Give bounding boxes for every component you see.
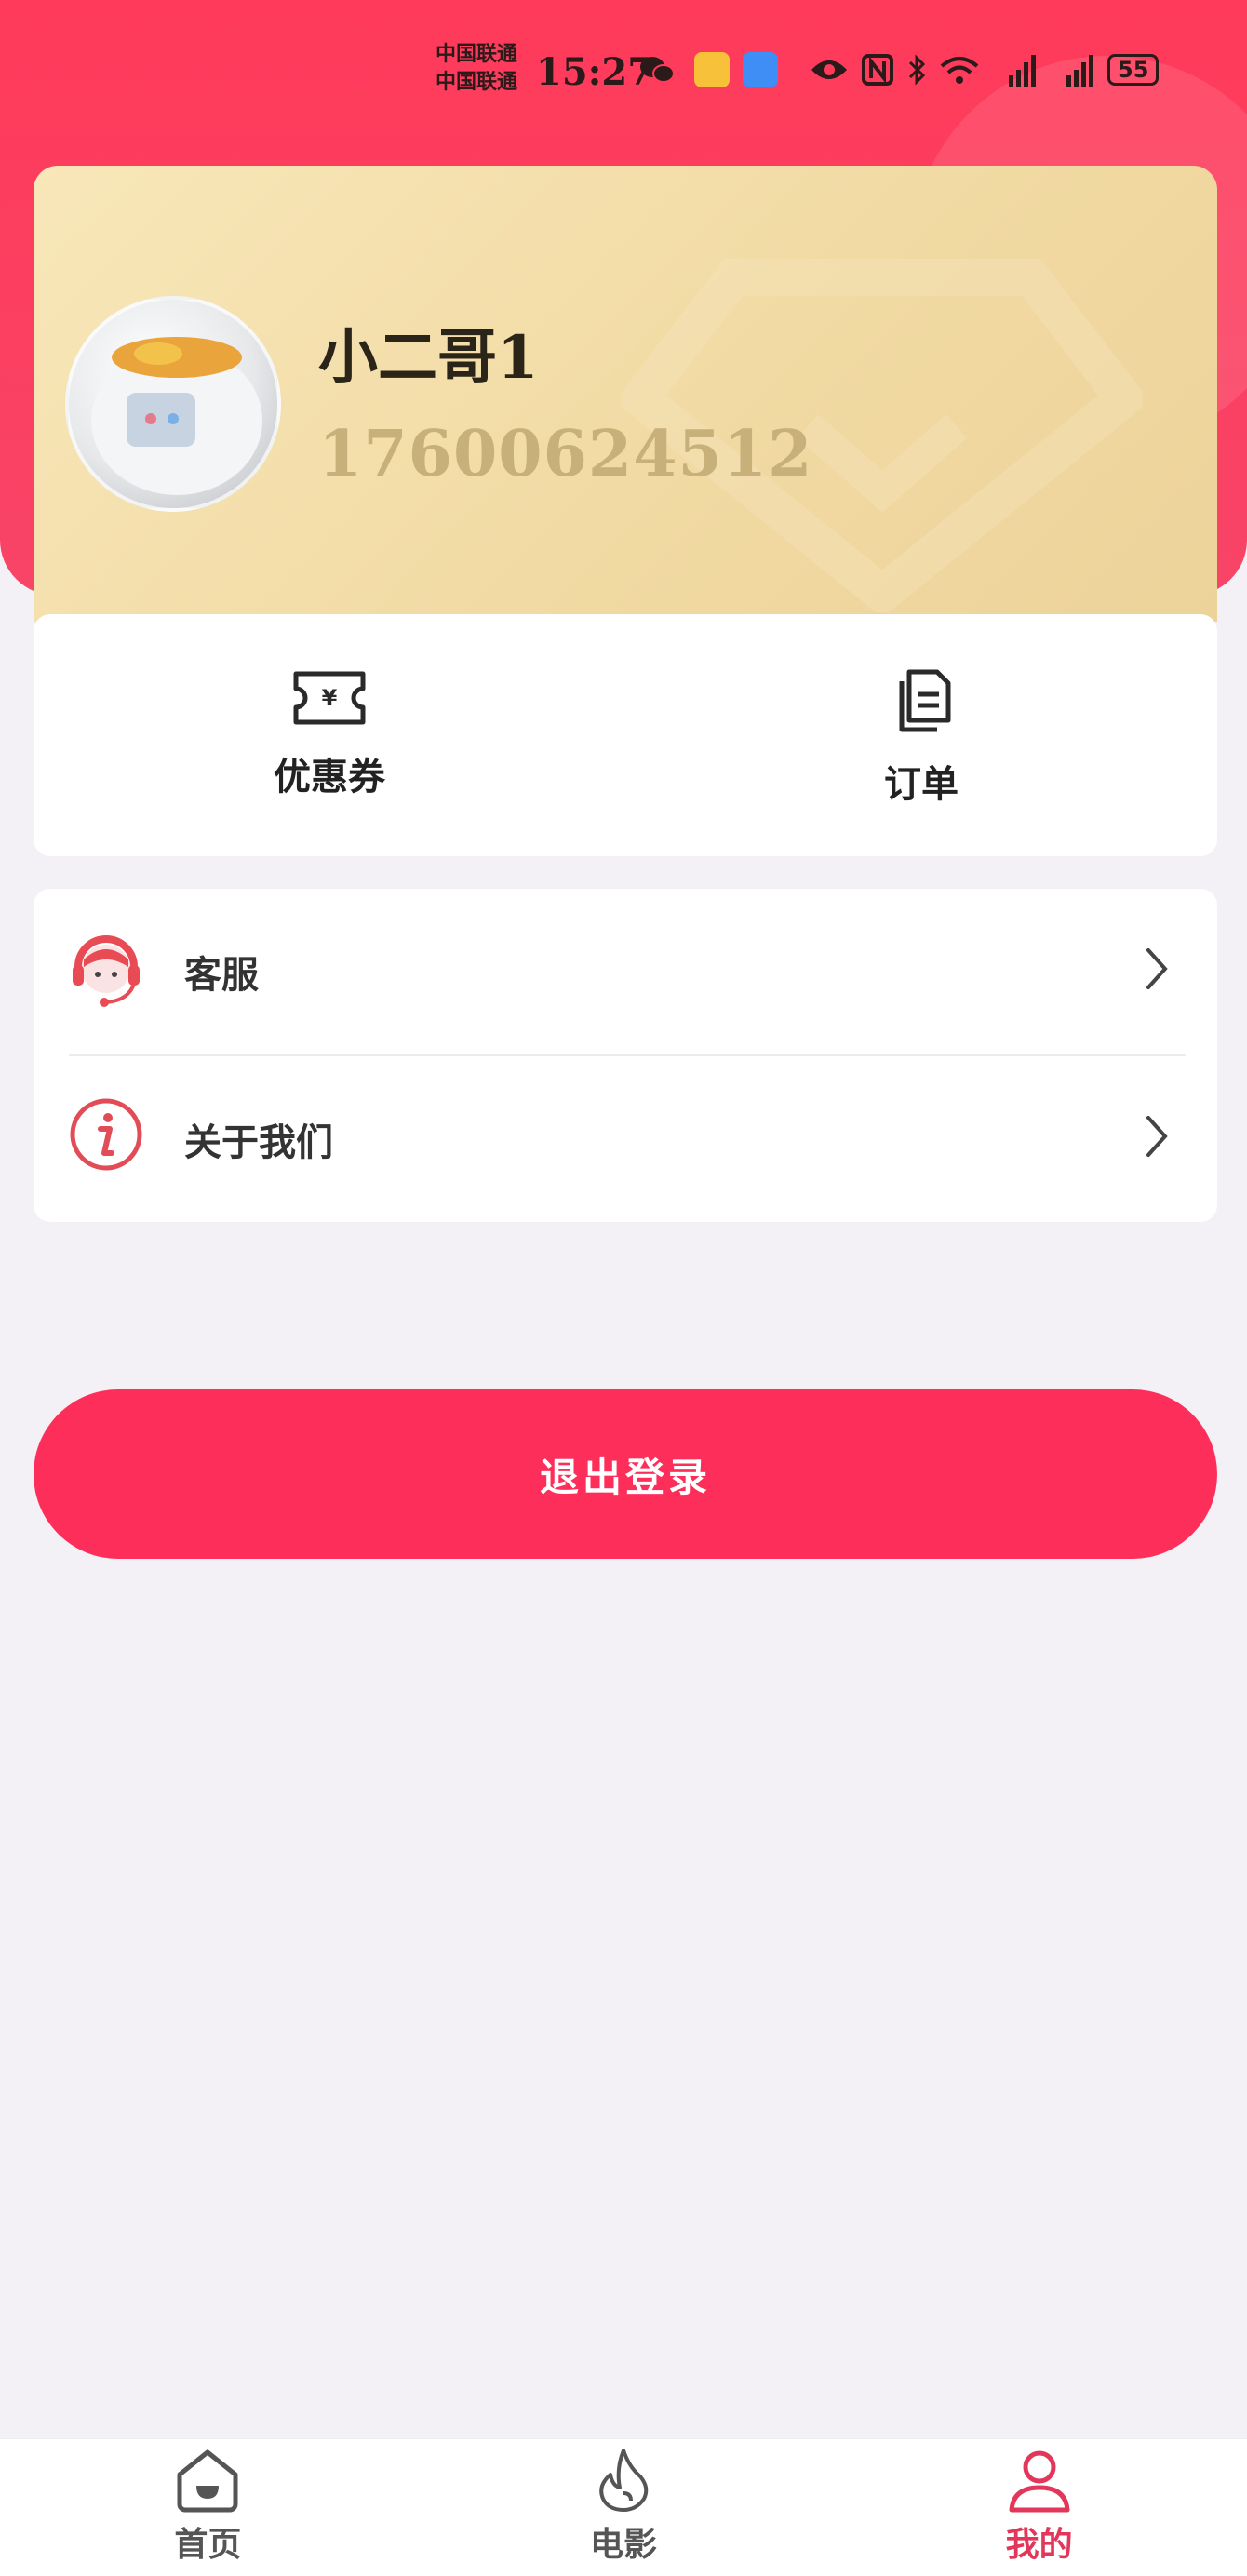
carrier-labels: 中国联通 中国联通 [436, 41, 517, 97]
menu-item-customer-service[interactable]: 客服 [34, 889, 1217, 1054]
menu-item-about-us[interactable]: 关于我们 [34, 1056, 1217, 1222]
menu-list: 客服 关于我们 [34, 889, 1217, 1222]
user-icon [1009, 2450, 1070, 2513]
avatar-image [91, 337, 262, 495]
chevron-right-icon [1146, 948, 1168, 989]
avatar[interactable] [65, 296, 281, 512]
customer-service-icon [73, 935, 140, 1007]
phone-number: 17600624512 [318, 417, 813, 491]
tab-movie[interactable]: 电影 [416, 2439, 832, 2576]
about-us-label: 关于我们 [184, 1121, 333, 1164]
home-icon [177, 2449, 238, 2513]
tab-mine[interactable]: 我的 [831, 2439, 1247, 2576]
flame-icon [599, 2449, 649, 2512]
order-button[interactable]: 订单 [625, 614, 1217, 856]
carrier-2: 中国联通 [436, 71, 518, 94]
status-icons: 55 [638, 52, 1160, 87]
signal-4g-icon [1050, 53, 1094, 87]
username: 小二哥1 [318, 323, 539, 393]
weather-app-icon [743, 52, 778, 87]
bottom-tab-bar: 首页 电影 我的 [0, 2438, 1247, 2576]
coupon-button[interactable]: ¥ 优惠券 [34, 614, 625, 856]
wechat-icon [638, 54, 676, 86]
profile-card[interactable]: 小二哥1 17600624512 [34, 166, 1217, 622]
signal-5g-icon [992, 53, 1037, 87]
coupon-icon: ¥ [293, 671, 366, 725]
tab-home[interactable]: 首页 [0, 2439, 416, 2576]
app-notification-icon [694, 52, 730, 87]
tab-movie-label: 电影 [590, 2526, 658, 2564]
tab-mine-label: 我的 [1005, 2526, 1073, 2564]
wifi-icon [940, 55, 979, 85]
status-time: 15:27 [536, 50, 654, 94]
status-bar: 中国联通 中国联通 15:27 55 [0, 0, 1247, 140]
coupon-label: 优惠券 [274, 756, 385, 798]
quick-actions: ¥ 优惠券 订单 [34, 614, 1217, 856]
nfc-icon [862, 54, 893, 86]
battery-indicator: 55 [1107, 54, 1160, 86]
order-label: 订单 [884, 763, 959, 806]
chevron-right-icon [1146, 1116, 1168, 1157]
tab-home-label: 首页 [174, 2526, 242, 2564]
carrier-1: 中国联通 [436, 43, 518, 66]
eye-icon [810, 57, 849, 83]
customer-service-label: 客服 [184, 954, 259, 997]
order-icon [899, 669, 951, 732]
bluetooth-icon [906, 53, 927, 87]
logout-button[interactable]: 退出登录 [34, 1389, 1217, 1559]
info-icon [70, 1098, 142, 1171]
svg-text:¥: ¥ [322, 685, 338, 711]
